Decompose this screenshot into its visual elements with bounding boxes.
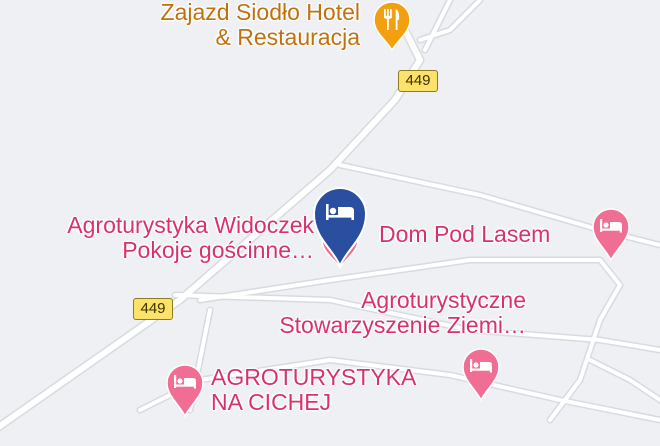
poi-label-agroturystyka-widoczek[interactable]: Agroturystyka Widoczek Pokoje gościnne… — [12, 213, 314, 263]
poi-label-line: Agroturystyka Widoczek — [67, 212, 314, 238]
restaurant-pin[interactable] — [372, 0, 412, 52]
poi-label-line: & Restauracja — [215, 23, 360, 50]
lodging-pin-na-cichej[interactable] — [164, 362, 206, 418]
poi-label-zajazd-siodlo[interactable]: Zajazd Siodło Hotel & Restauracja — [124, 0, 360, 50]
lodging-pin-dom-pod-lasem[interactable] — [590, 206, 632, 262]
poi-label-agroturystyka-na-cichej[interactable]: AGROTURYSTYKA NA CICHEJ — [211, 365, 416, 415]
poi-label-line: NA CICHEJ — [211, 388, 332, 415]
poi-label-line: Pokoje gościnne… — [122, 236, 314, 263]
lodging-pin-stowarzyszenie[interactable] — [460, 346, 502, 402]
poi-label-dom-pod-lasem[interactable]: Dom Pod Lasem — [379, 222, 550, 247]
poi-label-line: Dom Pod Lasem — [379, 221, 551, 247]
poi-label-line: Zajazd Siodło Hotel — [160, 0, 360, 25]
poi-label-line: Stowarzyszenie Ziemi… — [279, 311, 526, 338]
route-shield-449: 449 — [133, 298, 173, 320]
poi-label-line: AGROTURYSTYKA — [211, 364, 417, 390]
poi-label-agroturystyczne-stowarzyszenie[interactable]: Agroturystyczne Stowarzyszenie Ziemi… — [236, 288, 526, 338]
poi-label-line: Agroturystyczne — [361, 287, 526, 313]
route-shield-449: 449 — [398, 70, 438, 92]
selected-marker[interactable] — [310, 186, 370, 270]
